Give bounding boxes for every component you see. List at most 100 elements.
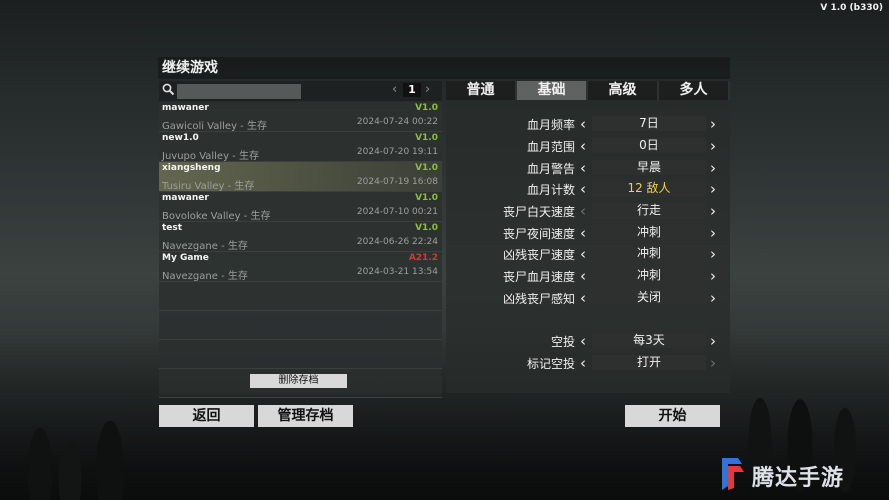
setting-row: 丧尸夜间速度 ‹ 冲刺 › [446, 223, 730, 243]
chevron-left-icon[interactable]: ‹ [580, 180, 586, 198]
setting-value: 12 敌人 [592, 181, 706, 196]
save-list-panel: ‹ 1 › mawaner V1.0 Gawicoli Valley - 生存 202… [159, 81, 442, 398]
setting-row: 血月警告 ‹ 早晨 › [446, 158, 730, 178]
search-bar: ‹ 1 › [159, 81, 442, 101]
setting-label: 血月计数 [526, 183, 575, 197]
chevron-left-icon[interactable]: ‹ [580, 332, 586, 350]
manage-saves-button[interactable]: 管理存档 [258, 405, 353, 427]
setting-label: 标记空投 [526, 357, 575, 371]
save-date: 2024-07-24 00:22 [356, 117, 438, 127]
setting-value: 冲刺 [592, 225, 706, 240]
save-version: V1.0 [415, 193, 438, 203]
setting-value: 每3天 [592, 333, 706, 348]
version-label: V 1.0 (b330) [820, 3, 883, 13]
save-name: new1.0 [162, 133, 199, 143]
setting-label: 血月警告 [526, 162, 575, 176]
page-number: 1 [403, 83, 421, 97]
chevron-right-icon[interactable]: › [710, 180, 716, 198]
setting-value: 冲刺 [592, 246, 706, 261]
save-world: Navezgane - 生存 [162, 241, 248, 252]
chevron-right-icon[interactable]: › [710, 202, 716, 220]
setting-row: 凶残丧尸速度 ‹ 冲刺 › [446, 244, 730, 264]
setting-row: 标记空投 ‹ 打开 › [446, 353, 730, 373]
empty-save-slot [159, 340, 442, 369]
save-row[interactable]: xiangsheng V1.0 Tusiru Valley - 生存 2024-07-… [159, 162, 442, 192]
save-world: Navezgane - 生存 [162, 271, 248, 282]
world-settings-panel: 普通 基础 高级 多人 血月频率 ‹ 7日 › 血月范围 ‹ 0日 › 血月警告 ‹ 早晨 › 血月计数 ‹ 12… [446, 81, 730, 393]
delete-save-button[interactable]: 删除存档 [250, 374, 347, 388]
settings-tabs: 普通 基础 高级 多人 [446, 81, 730, 100]
setting-row: 血月计数 ‹ 12 敌人 › [446, 179, 730, 199]
chevron-left-icon[interactable]: ‹ [580, 137, 586, 155]
save-row[interactable]: mawaner V1.0 Gawicoli Valley - 生存 2024-07-2… [159, 102, 442, 132]
save-name: mawaner [162, 193, 209, 203]
save-list: mawaner V1.0 Gawicoli Valley - 生存 2024-07-2… [159, 102, 442, 398]
save-date: 2024-03-21 13:54 [356, 267, 438, 277]
setting-value: 冲刺 [592, 268, 706, 283]
chevron-right-icon[interactable]: › [710, 354, 716, 372]
setting-value: 打开 [592, 355, 706, 370]
setting-value: 0日 [592, 138, 706, 153]
settings-tab[interactable]: 基础 [517, 81, 588, 100]
setting-label: 血月范围 [526, 140, 575, 154]
save-row[interactable]: mawaner V1.0 Bovoloke Valley - 生存 2024-07-1… [159, 192, 442, 222]
settings-tab[interactable]: 多人 [659, 81, 730, 100]
chevron-left-icon[interactable]: ‹ [580, 202, 586, 220]
chevron-right-icon[interactable]: › [710, 115, 716, 133]
settings-tab[interactable]: 高级 [588, 81, 659, 100]
empty-save-slot [159, 311, 442, 340]
save-date: 2024-07-10 00:21 [356, 207, 438, 217]
save-row[interactable]: new1.0 V1.0 Juvupo Valley - 生存 2024-07-20 1… [159, 132, 442, 162]
save-row[interactable]: test V1.0 Navezgane - 生存 2024-06-26 22:24 [159, 222, 442, 252]
search-icon [161, 83, 175, 97]
setting-row: 空投 ‹ 每3天 › [446, 331, 730, 351]
save-world: Gawicoli Valley - 生存 [162, 121, 267, 132]
page-prev-button[interactable]: ‹ [392, 83, 397, 97]
chevron-right-icon[interactable]: › [710, 224, 716, 242]
chevron-right-icon[interactable]: › [710, 332, 716, 350]
setting-row: 凶残丧尸感知 ‹ 关闭 › [446, 288, 730, 308]
save-version: V1.0 [415, 103, 438, 113]
chevron-left-icon[interactable]: ‹ [580, 224, 586, 242]
save-date: 2024-06-26 22:24 [356, 237, 438, 247]
chevron-right-icon[interactable]: › [710, 267, 716, 285]
setting-label: 凶残丧尸感知 [502, 292, 575, 306]
chevron-left-icon[interactable]: ‹ [580, 115, 586, 133]
save-name: My Game [162, 253, 209, 263]
chevron-left-icon[interactable]: ‹ [580, 354, 586, 372]
setting-label: 凶残丧尸速度 [502, 248, 575, 262]
setting-label: 空投 [550, 335, 575, 349]
save-date: 2024-07-19 16:08 [356, 177, 438, 187]
save-version: A21.2 [408, 253, 438, 263]
setting-value: 早晨 [592, 160, 706, 175]
chevron-right-icon[interactable]: › [710, 289, 716, 307]
search-input[interactable] [177, 84, 301, 99]
setting-row: 血月范围 ‹ 0日 › [446, 136, 730, 156]
setting-label: 血月频率 [526, 118, 575, 132]
save-date: 2024-07-20 19:11 [356, 147, 438, 157]
chevron-left-icon[interactable]: ‹ [580, 159, 586, 177]
chevron-right-icon[interactable]: › [710, 159, 716, 177]
chevron-left-icon[interactable]: ‹ [580, 245, 586, 263]
chevron-right-icon[interactable]: › [710, 245, 716, 263]
watermark-logo-icon [716, 456, 746, 492]
save-world: Tusiru Valley - 生存 [162, 181, 255, 192]
save-version: V1.0 [415, 133, 438, 143]
back-button[interactable]: 返回 [159, 405, 254, 427]
setting-label: 丧尸白天速度 [502, 205, 575, 219]
chevron-right-icon[interactable]: › [710, 137, 716, 155]
start-button[interactable]: 开始 [625, 405, 720, 427]
chevron-left-icon[interactable]: ‹ [580, 289, 586, 307]
setting-value: 7日 [592, 116, 706, 131]
settings-tab[interactable]: 普通 [446, 81, 517, 100]
setting-row: 丧尸白天速度 ‹ 行走 › [446, 201, 730, 221]
save-name: xiangsheng [162, 163, 221, 173]
setting-value: 行走 [592, 203, 706, 218]
setting-label: 丧尸夜间速度 [502, 227, 575, 241]
page-next-button[interactable]: › [425, 83, 430, 97]
empty-save-slot [159, 282, 442, 311]
chevron-left-icon[interactable]: ‹ [580, 267, 586, 285]
setting-value: 关闭 [592, 290, 706, 305]
window-title: 继续游戏 [158, 57, 730, 79]
save-row[interactable]: My Game A21.2 Navezgane - 生存 2024-03-21 13:… [159, 252, 442, 282]
